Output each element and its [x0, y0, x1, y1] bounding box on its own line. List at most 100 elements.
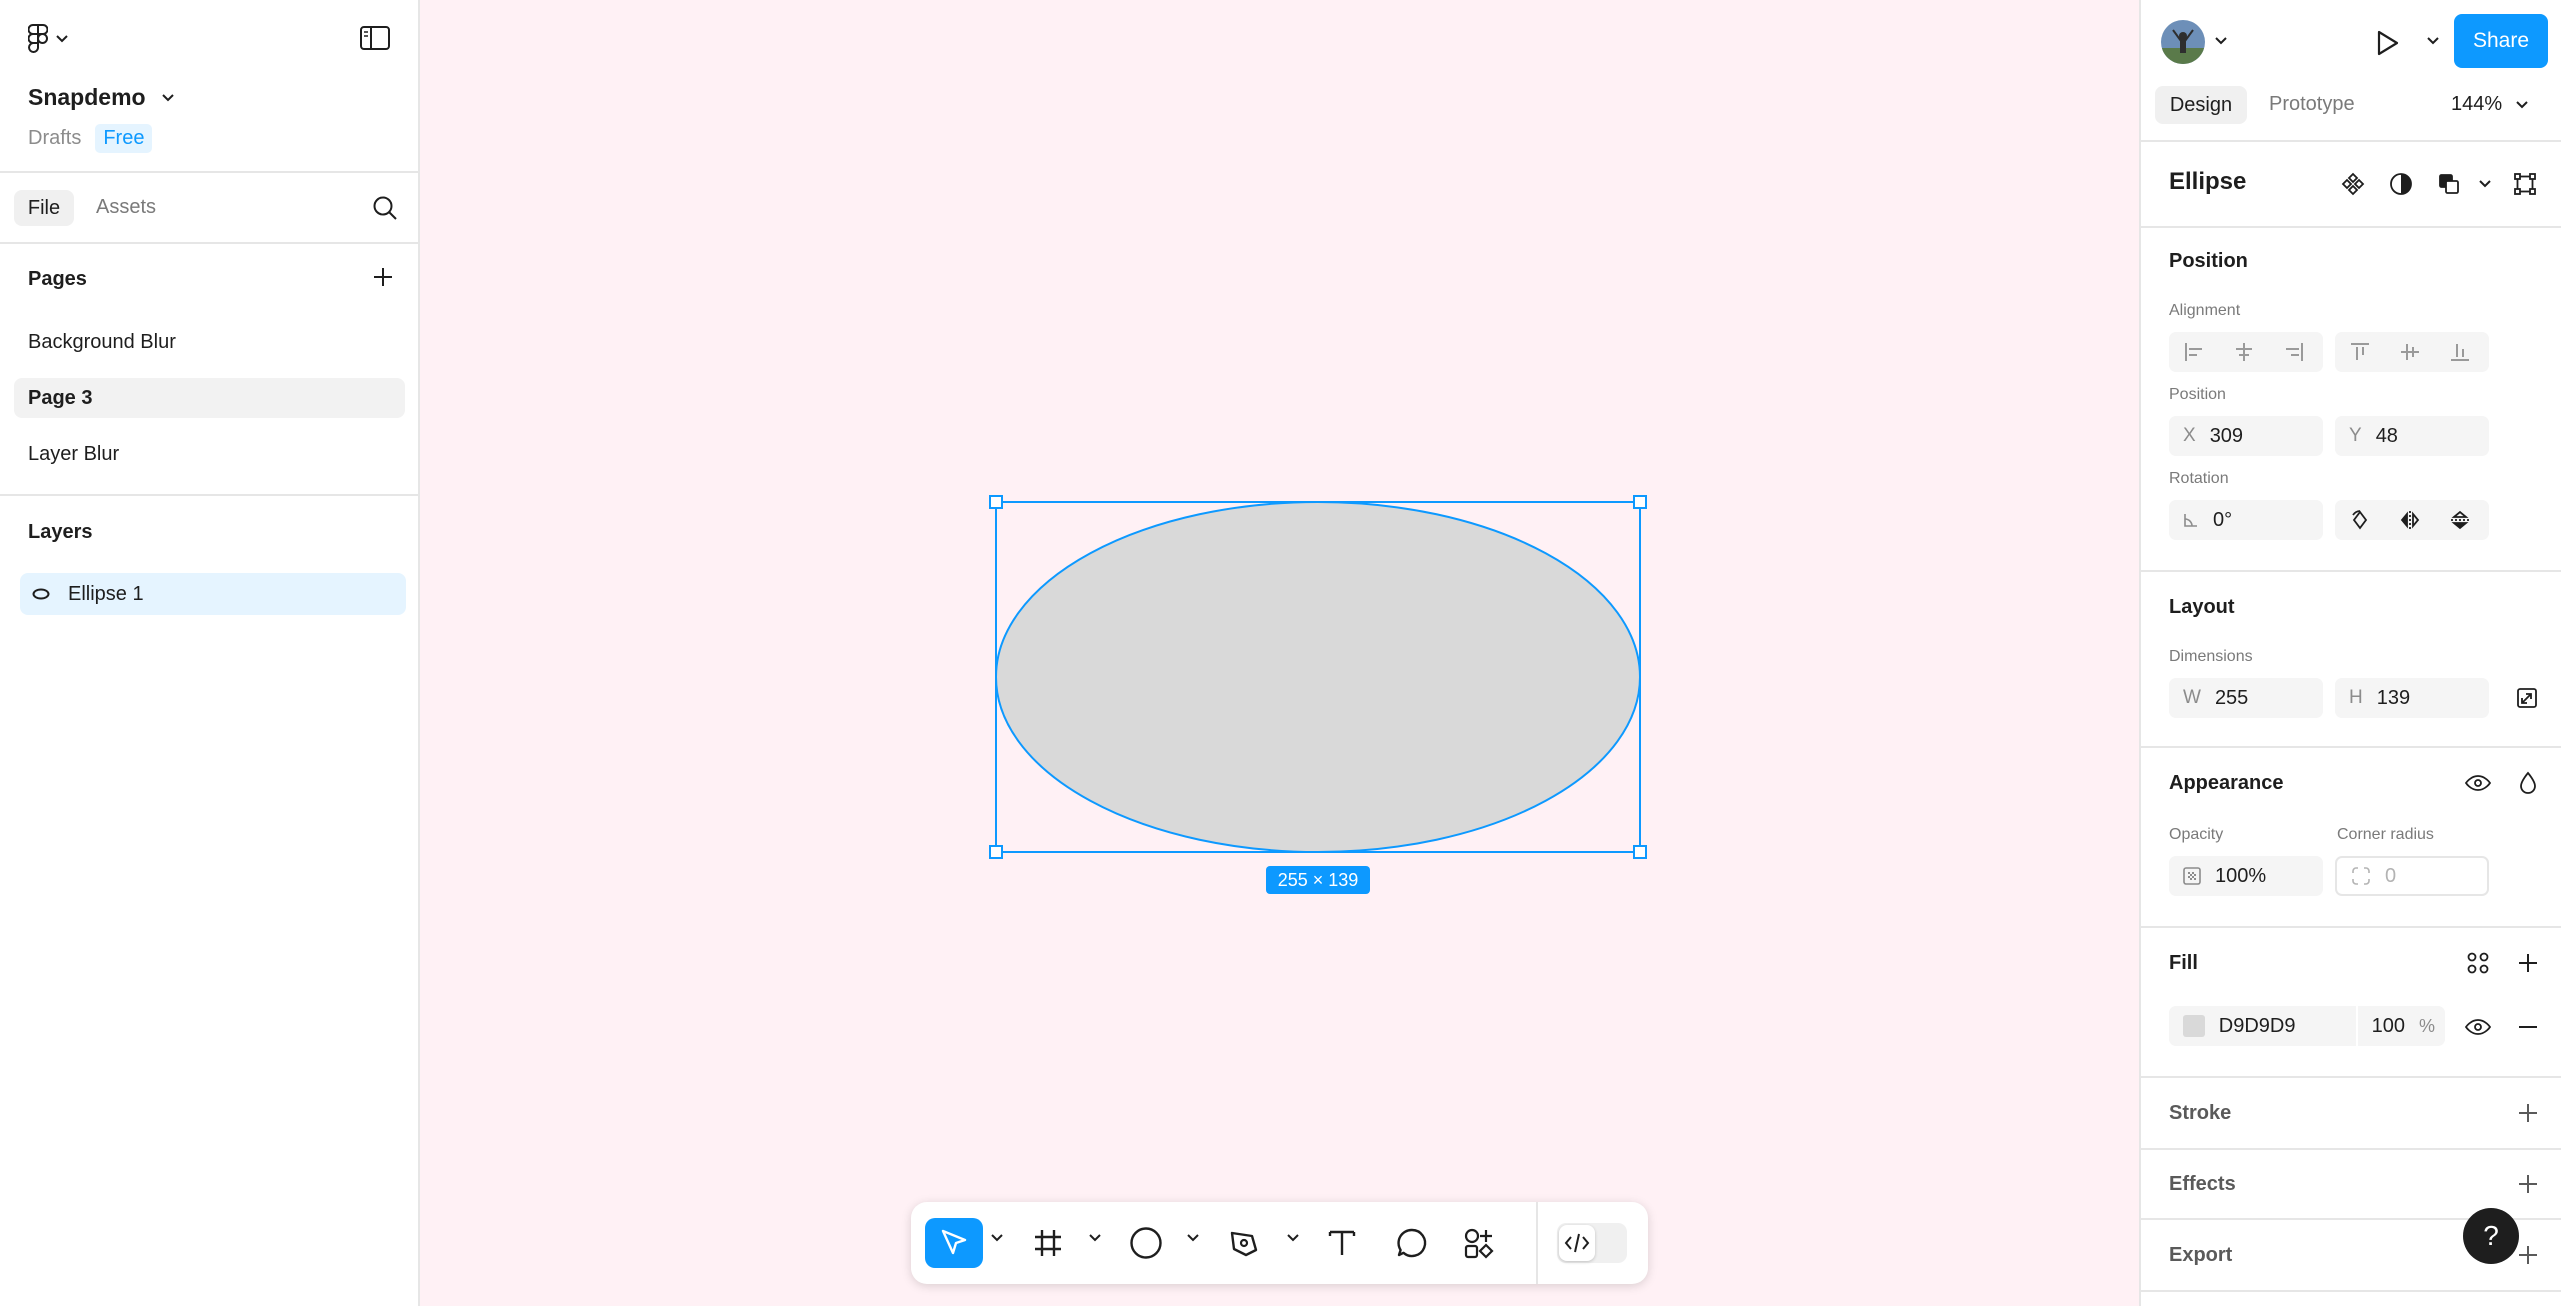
- tab-assets[interactable]: Assets: [96, 196, 156, 219]
- canvas[interactable]: [420, 0, 2139, 1306]
- file-name-button[interactable]: Snapdemo: [28, 84, 174, 111]
- ellipse-shape[interactable]: [995, 501, 1641, 853]
- plus-icon: [2519, 954, 2537, 972]
- fill-hex-value[interactable]: D9D9D9: [2219, 1015, 2346, 1038]
- toggle-visibility-button[interactable]: [2463, 768, 2493, 798]
- rotation-label: Rotation: [2169, 470, 2229, 487]
- add-effect-button[interactable]: [2513, 1169, 2543, 1199]
- y-position-field[interactable]: Y 48: [2335, 416, 2489, 456]
- zoom-dropdown[interactable]: 144%: [2451, 93, 2528, 116]
- avatar-image: [2161, 20, 2205, 64]
- dev-mode-knob: [1559, 1225, 1595, 1261]
- resize-to-fit-icon: [2517, 688, 2537, 708]
- align-middle-button[interactable]: [2385, 332, 2435, 372]
- avatar[interactable]: [2161, 20, 2205, 64]
- ellipse-icon: [32, 588, 50, 600]
- comment-tool-button[interactable]: [1387, 1218, 1437, 1268]
- chevron-down-icon[interactable]: [991, 1234, 1003, 1242]
- divider: [2141, 226, 2561, 228]
- align-bottom-button[interactable]: [2435, 332, 2485, 372]
- height-field[interactable]: H 139: [2335, 678, 2489, 718]
- toggle-sidebar-button[interactable]: [360, 26, 390, 50]
- fill-visibility-button[interactable]: [2463, 1012, 2493, 1042]
- remove-fill-button[interactable]: [2513, 1012, 2543, 1042]
- resize-handle-bottom-left[interactable]: [989, 845, 1003, 859]
- export-section-heading[interactable]: Export: [2169, 1244, 2232, 1267]
- tab-file[interactable]: File: [14, 190, 74, 226]
- search-icon: [373, 196, 397, 220]
- help-button[interactable]: ?: [2463, 1208, 2519, 1264]
- flip-vertical-icon: [2451, 510, 2469, 530]
- chevron-down-icon[interactable]: [1287, 1234, 1299, 1242]
- share-button[interactable]: Share: [2454, 14, 2548, 68]
- width-field[interactable]: W 255: [2169, 678, 2323, 718]
- align-left-button[interactable]: [2169, 332, 2219, 372]
- effects-section-heading[interactable]: Effects: [2169, 1173, 2236, 1196]
- mask-button[interactable]: [2387, 170, 2415, 198]
- file-name: Snapdemo: [28, 84, 146, 110]
- fill-row[interactable]: D9D9D9 100 %: [2169, 1006, 2445, 1046]
- chevron-down-icon: [2516, 100, 2528, 108]
- page-item-page-3[interactable]: Page 3: [14, 378, 405, 418]
- edit-object-button[interactable]: [2511, 170, 2539, 198]
- flip-horizontal-button[interactable]: [2385, 500, 2435, 540]
- layer-item-ellipse-1[interactable]: Ellipse 1: [20, 573, 406, 615]
- align-center-horizontal-button[interactable]: [2219, 332, 2269, 372]
- drafts-link[interactable]: Drafts: [28, 127, 81, 150]
- add-stroke-button[interactable]: [2513, 1098, 2543, 1128]
- blend-mode-button[interactable]: [2513, 768, 2543, 798]
- zoom-level: 144%: [2451, 93, 2503, 115]
- add-fill-button[interactable]: [2513, 948, 2543, 978]
- w-label: W: [2183, 687, 2201, 708]
- page-item-layer-blur[interactable]: Layer Blur: [14, 434, 405, 474]
- file-location: Drafts Free: [28, 124, 153, 153]
- y-value: 48: [2375, 424, 2398, 447]
- stroke-section-heading[interactable]: Stroke: [2169, 1102, 2231, 1125]
- y-label: Y: [2349, 425, 2362, 446]
- search-layers-button[interactable]: [372, 195, 398, 221]
- x-value: 309: [2209, 424, 2244, 447]
- text-tool-button[interactable]: [1317, 1218, 1367, 1268]
- boolean-button[interactable]: [2435, 170, 2463, 198]
- dev-mode-toggle[interactable]: [1557, 1223, 1627, 1263]
- chevron-down-icon[interactable]: [1187, 1234, 1199, 1242]
- move-tool-button[interactable]: [925, 1218, 983, 1268]
- rotate-90-button[interactable]: [2335, 500, 2385, 540]
- rotation-value: 0°: [2213, 508, 2233, 531]
- resize-handle-bottom-right[interactable]: [1633, 845, 1647, 859]
- opacity-field[interactable]: 100%: [2169, 856, 2323, 896]
- x-position-field[interactable]: X 309: [2169, 416, 2323, 456]
- resize-handle-top-left[interactable]: [989, 495, 1003, 509]
- constrain-proportions-button[interactable]: [2513, 684, 2541, 712]
- plan-badge[interactable]: Free: [95, 124, 153, 153]
- present-button[interactable]: [2373, 28, 2403, 58]
- flip-vertical-button[interactable]: [2435, 500, 2485, 540]
- frame-tool-button[interactable]: [1023, 1218, 1073, 1268]
- fill-section-heading: Fill: [2169, 952, 2198, 974]
- toolbar-divider: [1536, 1202, 1538, 1284]
- main-menu-button[interactable]: [28, 24, 68, 54]
- pen-tool-button[interactable]: [1219, 1218, 1269, 1268]
- tab-prototype[interactable]: Prototype: [2269, 93, 2355, 116]
- shape-tool-button[interactable]: [1121, 1218, 1171, 1268]
- create-component-button[interactable]: [2339, 170, 2367, 198]
- page-item-background-blur[interactable]: Background Blur: [14, 322, 405, 362]
- fill-opacity-value[interactable]: 100: [2372, 1015, 2405, 1038]
- tab-design[interactable]: Design: [2155, 86, 2247, 124]
- align-top-button[interactable]: [2335, 332, 2385, 372]
- fill-styles-button[interactable]: [2463, 948, 2493, 978]
- corner-radius-field[interactable]: 0: [2335, 856, 2489, 896]
- add-page-button[interactable]: [372, 266, 394, 288]
- chevron-down-icon[interactable]: [1089, 1234, 1101, 1242]
- divider: [2141, 1148, 2561, 1150]
- rotation-field[interactable]: 0°: [2169, 500, 2323, 540]
- chevron-down-icon[interactable]: [2479, 180, 2491, 188]
- actions-tool-button[interactable]: [1454, 1218, 1504, 1268]
- chevron-down-icon[interactable]: [2427, 37, 2439, 45]
- chevron-down-icon[interactable]: [2215, 37, 2227, 45]
- resize-handle-top-right[interactable]: [1633, 495, 1647, 509]
- fill-swatch[interactable]: [2183, 1015, 2205, 1037]
- vertical-alignment-group: [2335, 332, 2489, 372]
- align-right-button[interactable]: [2269, 332, 2319, 372]
- h-label: H: [2349, 687, 2363, 708]
